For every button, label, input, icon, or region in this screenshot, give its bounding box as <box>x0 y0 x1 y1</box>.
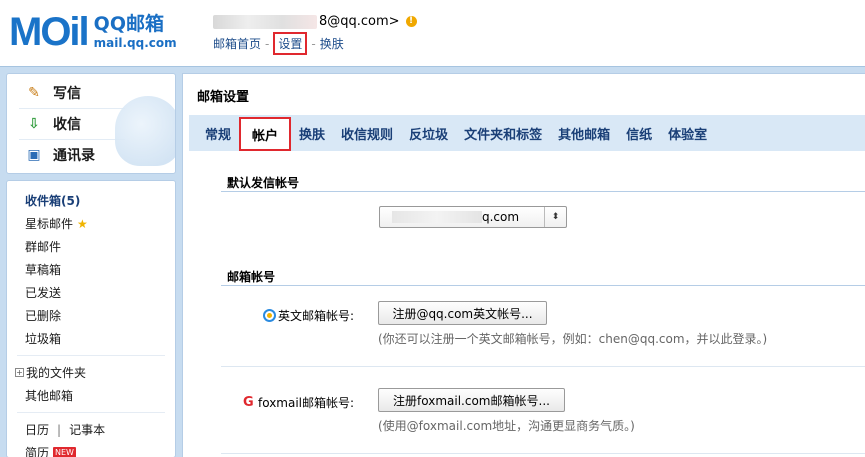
english-account-hint: (你还可以注册一个英文邮箱帐号，例如：chen@qq.com，并以此登录。) <box>378 332 768 346</box>
folder-inbox[interactable]: 收件箱(5) <box>7 189 175 212</box>
folder-junk[interactable]: 垃圾箱 <box>7 327 175 350</box>
settings-panel: 邮箱设置 常规 帐户 换肤 收信规则 反垃圾 文件夹和标签 其他邮箱 信纸 体验… <box>182 73 865 457</box>
quick-actions: ✎ 写信 ⇩ 收信 ▣ 通讯录 <box>6 73 176 174</box>
settings-tabs: 常规 帐户 换肤 收信规则 反垃圾 文件夹和标签 其他邮箱 信纸 体验室 <box>189 115 865 151</box>
receive-label: 收信 <box>53 117 81 133</box>
content-frame: ✎ 写信 ⇩ 收信 ▣ 通讯录 收件箱(5) 星标邮件 ★ 群邮件 草稿箱 已发… <box>0 66 865 457</box>
folder-starred[interactable]: 星标邮件 ★ <box>7 212 175 235</box>
mailbox-home-link[interactable]: 邮箱首页 <box>213 35 261 52</box>
tab-stationery[interactable]: 信纸 <box>618 118 660 148</box>
notes-link[interactable]: 记事本 <box>69 421 105 438</box>
folder-list: 收件箱(5) 星标邮件 ★ 群邮件 草稿箱 已发送 已删除 垃圾箱 + 我的文件… <box>6 180 176 457</box>
section-divider <box>221 285 865 286</box>
section-divider <box>221 453 865 454</box>
compose-label: 写信 <box>53 86 81 102</box>
logo-text: QQ邮箱 mail.qq.com <box>93 13 177 50</box>
folder-starred-label: 星标邮件 <box>25 217 74 231</box>
contact-card-icon: ▣ <box>27 147 41 163</box>
download-inbox-icon: ⇩ <box>28 116 40 132</box>
star-icon: ★ <box>77 216 88 231</box>
divider <box>17 355 165 356</box>
settings-link[interactable]: 设置 <box>273 32 308 55</box>
foxmail-account-hint: (使用@foxmail.com地址，沟通更显商务气质。) <box>378 419 635 433</box>
tab-skin[interactable]: 换肤 <box>291 118 333 148</box>
folder-my-folders[interactable]: + 我的文件夹 <box>7 361 175 384</box>
default-sender-select[interactable]: q.com ⬍ <box>379 206 567 228</box>
logo-mail-mark: MOil <box>9 10 90 54</box>
redacted-address <box>392 211 482 223</box>
pencil-paper-icon: ✎ <box>28 85 40 101</box>
contacts-button[interactable]: ▣ 通讯录 <box>7 140 175 170</box>
tab-antispam[interactable]: 反垃圾 <box>401 118 456 148</box>
foxmail-account-label: G foxmail邮箱帐号: <box>243 394 354 411</box>
link-separator: - <box>265 36 270 51</box>
register-english-account-button[interactable]: 注册@qq.com英文帐号... <box>378 301 547 325</box>
calendar-notes-row: 日历 | 记事本 <box>7 418 175 441</box>
folder-group[interactable]: 群邮件 <box>7 235 175 258</box>
select-arrow-icon: ⬍ <box>544 207 566 227</box>
page-title: 邮箱设置 <box>197 90 250 105</box>
tab-folders-labels[interactable]: 文件夹和标签 <box>456 118 550 148</box>
tab-other-mail[interactable]: 其他邮箱 <box>550 118 618 148</box>
register-foxmail-account-button[interactable]: 注册foxmail.com邮箱帐号... <box>378 388 565 412</box>
expand-plus-icon[interactable]: + <box>15 368 24 377</box>
qq-mail-logo[interactable]: MOil QQ邮箱 mail.qq.com <box>9 12 177 52</box>
resume-link: 简历 <box>25 446 50 457</box>
resume-row[interactable]: 简历 NEW <box>7 441 175 457</box>
default-sender-heading: 默认发信帐号 <box>227 176 300 190</box>
section-divider <box>221 191 865 192</box>
receive-button[interactable]: ⇩ 收信 <box>7 109 175 139</box>
folder-drafts[interactable]: 草稿箱 <box>7 258 175 281</box>
compose-button[interactable]: ✎ 写信 <box>7 78 175 108</box>
divider <box>17 412 165 413</box>
link-separator: - <box>311 36 316 51</box>
tab-general[interactable]: 常规 <box>197 118 239 148</box>
left-nav: ✎ 写信 ⇩ 收信 ▣ 通讯录 收件箱(5) 星标邮件 ★ 群邮件 草稿箱 已发… <box>6 73 176 457</box>
english-account-label-text: 英文邮箱帐号: <box>278 309 355 323</box>
change-skin-link[interactable]: 换肤 <box>320 35 344 52</box>
default-sender-value: q.com <box>482 210 520 224</box>
tab-rules[interactable]: 收信规则 <box>333 118 401 148</box>
foxmail-account-label-text: foxmail邮箱帐号: <box>258 396 355 410</box>
contacts-label: 通讯录 <box>53 148 95 164</box>
mail-accounts-heading: 邮箱帐号 <box>227 270 276 284</box>
foxmail-logo-icon: G <box>243 395 254 410</box>
folder-other-mail[interactable]: 其他邮箱 <box>7 384 175 407</box>
section-divider <box>221 366 865 367</box>
header-links: 邮箱首页 - 设置 - 换肤 <box>213 32 344 55</box>
folder-deleted[interactable]: 已删除 <box>7 304 175 327</box>
folder-sent[interactable]: 已发送 <box>7 281 175 304</box>
logo-url: mail.qq.com <box>93 36 177 50</box>
tab-lab[interactable]: 体验室 <box>660 118 715 148</box>
new-badge: NEW <box>53 447 76 457</box>
english-account-label: 英文邮箱帐号: <box>263 307 354 324</box>
account-suffix: 8@qq.com> <box>319 14 400 29</box>
calendar-separator: | <box>57 422 62 437</box>
my-folders-label: 我的文件夹 <box>26 366 87 380</box>
logo-qq: QQ邮箱 <box>93 13 164 35</box>
redacted-username <box>213 14 317 29</box>
header: MOil QQ邮箱 mail.qq.com 8@qq.com> ! 邮箱首页 -… <box>0 0 865 66</box>
warning-icon[interactable]: ! <box>405 16 417 27</box>
account-address: 8@qq.com> ! <box>213 14 417 29</box>
tab-account[interactable]: 帐户 <box>239 117 292 151</box>
calendar-link[interactable]: 日历 <box>25 421 49 438</box>
english-account-icon <box>263 309 276 322</box>
